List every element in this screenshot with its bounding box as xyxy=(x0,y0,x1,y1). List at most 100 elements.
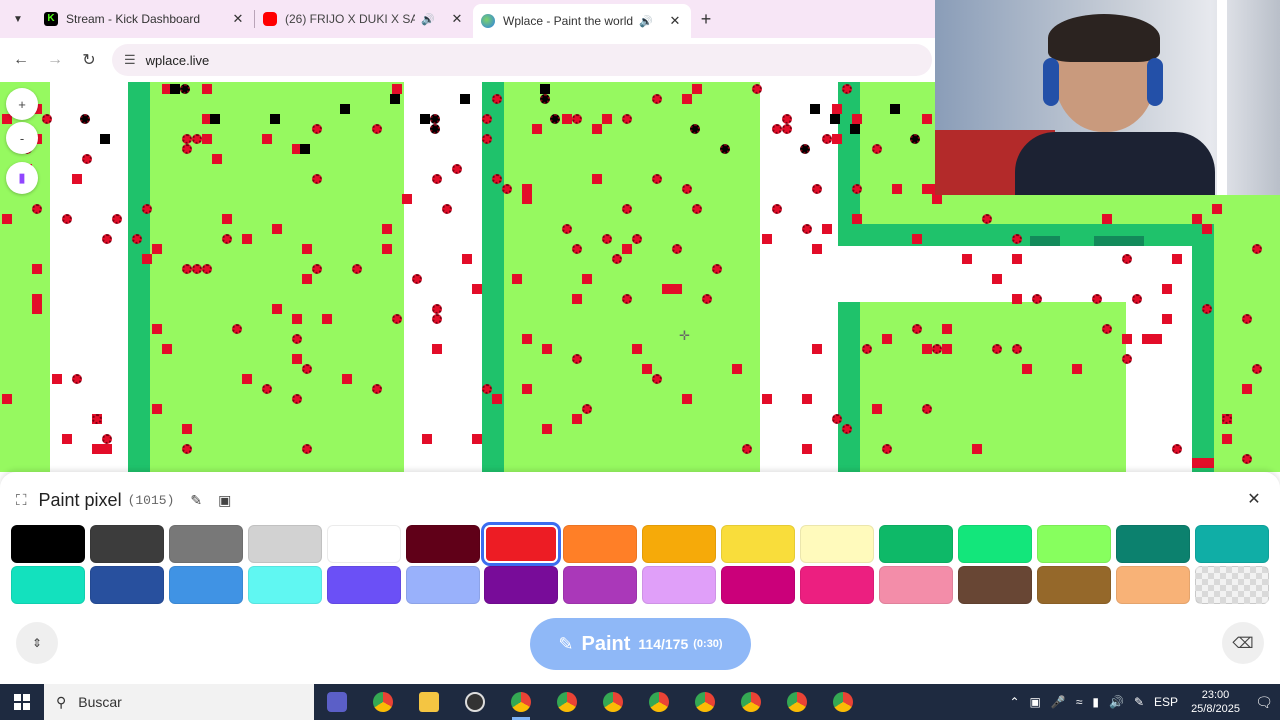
color-swatch[interactable] xyxy=(563,566,638,604)
color-swatch[interactable] xyxy=(326,525,401,563)
red-pixel xyxy=(372,384,382,394)
palette-grid-icon[interactable]: ▣ xyxy=(218,492,231,509)
tab-youtube[interactable]: (26) FRIJO X DUKI X SANTO 🔊 ✕ xyxy=(255,0,473,38)
battery-icon[interactable]: ▮ xyxy=(1092,695,1099,709)
file-explorer-icon[interactable] xyxy=(406,684,452,720)
color-swatch[interactable] xyxy=(405,566,480,604)
clock[interactable]: 23:00 25/8/2025 xyxy=(1191,688,1240,716)
red-pixel xyxy=(822,134,832,144)
red-pixel xyxy=(1172,444,1182,454)
chrome-profile-icon[interactable] xyxy=(590,684,636,720)
device-icon[interactable]: ▣ xyxy=(1030,695,1041,709)
color-swatch[interactable] xyxy=(878,525,953,563)
color-swatch[interactable] xyxy=(484,566,559,604)
color-swatch[interactable] xyxy=(168,525,243,563)
twitch-icon[interactable]: ▮ xyxy=(6,162,38,194)
chrome-profile-icon[interactable] xyxy=(636,684,682,720)
start-button[interactable] xyxy=(0,684,44,720)
tab-search-chevron-icon[interactable]: ▼ xyxy=(0,0,36,38)
black-pixel xyxy=(720,144,730,154)
zoom-out-button[interactable]: - xyxy=(6,122,38,154)
color-swatch[interactable] xyxy=(878,566,953,604)
color-swatch[interactable] xyxy=(1115,566,1190,604)
obs-icon[interactable] xyxy=(452,684,498,720)
color-swatch[interactable] xyxy=(1036,525,1111,563)
microphone-icon[interactable]: 🎤 xyxy=(1051,695,1066,709)
speaker-icon[interactable]: 🔊 xyxy=(421,13,435,26)
transparent-swatch[interactable] xyxy=(1194,566,1269,604)
red-pixel xyxy=(442,204,452,214)
expand-icon[interactable]: ⛶ xyxy=(16,492,27,509)
close-tab-icon[interactable]: ✕ xyxy=(667,13,683,29)
color-swatch[interactable] xyxy=(721,566,796,604)
red-pixel xyxy=(432,344,442,354)
reload-icon[interactable]: ↻ xyxy=(72,50,106,70)
red-pixel xyxy=(32,264,42,274)
color-swatch[interactable] xyxy=(957,525,1032,563)
color-swatch[interactable] xyxy=(1194,525,1269,563)
color-swatch[interactable] xyxy=(405,525,480,563)
paint-button[interactable]: ✎ Paint 114/175 (0:30) xyxy=(530,618,751,670)
color-swatch[interactable] xyxy=(11,566,85,604)
color-swatch[interactable] xyxy=(247,566,322,604)
tab-kick-dashboard[interactable]: K Stream - Kick Dashboard ✕ xyxy=(36,0,254,38)
color-swatch[interactable] xyxy=(484,525,559,563)
color-swatch[interactable] xyxy=(800,566,874,604)
search-placeholder: Buscar xyxy=(78,694,122,710)
chrome-icon[interactable] xyxy=(360,684,406,720)
speaker-icon[interactable]: 🔊 xyxy=(639,15,653,28)
color-swatch[interactable] xyxy=(247,525,322,563)
color-swatch[interactable] xyxy=(800,525,874,563)
tab-wplace[interactable]: Wplace - Paint the world 🔊 ✕ xyxy=(473,4,691,38)
expand-collapse-icon[interactable]: ⇕ xyxy=(16,622,58,664)
pen-icon[interactable]: ✎ xyxy=(1134,695,1144,709)
color-swatch[interactable] xyxy=(1036,566,1111,604)
url-field[interactable]: ☰ wplace.live xyxy=(112,44,932,76)
color-swatch[interactable] xyxy=(957,566,1032,604)
new-tab-button[interactable]: + xyxy=(691,9,721,30)
red-pixel xyxy=(432,174,442,184)
color-swatch[interactable] xyxy=(721,525,796,563)
chevron-up-icon[interactable]: ⌃ xyxy=(1009,695,1019,709)
color-swatch[interactable] xyxy=(642,525,717,563)
black-pixel xyxy=(210,114,220,124)
chrome-profile-icon[interactable] xyxy=(728,684,774,720)
red-pixel xyxy=(262,384,272,394)
red-pixel xyxy=(182,444,192,454)
chrome-profile-icon[interactable] xyxy=(820,684,866,720)
red-pixel xyxy=(882,444,892,454)
volume-icon[interactable]: 🔊 xyxy=(1109,695,1124,709)
color-swatch[interactable] xyxy=(326,566,401,604)
black-pixel xyxy=(890,104,900,114)
site-info-icon[interactable]: ☰ xyxy=(124,52,136,68)
red-pixel xyxy=(192,134,202,144)
color-swatch[interactable] xyxy=(563,525,638,563)
red-pixel xyxy=(572,354,582,364)
red-pixel xyxy=(1222,434,1232,444)
chrome-profile-icon[interactable] xyxy=(682,684,728,720)
close-panel-button[interactable]: ✕ xyxy=(1242,488,1266,512)
wifi-icon[interactable]: ≈ xyxy=(1076,695,1083,709)
red-pixel xyxy=(802,394,812,404)
back-icon[interactable]: ← xyxy=(4,51,38,69)
notification-icon[interactable]: 🗨 xyxy=(1248,694,1280,711)
language-indicator[interactable]: ESP xyxy=(1154,695,1178,709)
color-swatch[interactable] xyxy=(168,566,243,604)
color-swatch[interactable] xyxy=(642,566,717,604)
forward-icon[interactable]: → xyxy=(38,51,72,69)
teams-icon[interactable] xyxy=(314,684,360,720)
chrome-profile-icon[interactable] xyxy=(498,684,544,720)
red-pixel xyxy=(1212,204,1222,214)
close-tab-icon[interactable]: ✕ xyxy=(230,11,246,27)
taskbar-search[interactable]: ⚲ Buscar xyxy=(44,684,314,720)
chrome-profile-icon[interactable] xyxy=(774,684,820,720)
eyedropper-icon[interactable]: ✎ xyxy=(190,492,202,509)
zoom-in-button[interactable]: + xyxy=(6,88,38,120)
eraser-icon[interactable]: ⌫ xyxy=(1222,622,1264,664)
color-swatch[interactable] xyxy=(1115,525,1190,563)
close-tab-icon[interactable]: ✕ xyxy=(449,11,465,27)
color-swatch[interactable] xyxy=(11,525,85,563)
chrome-profile-icon[interactable] xyxy=(544,684,590,720)
color-swatch[interactable] xyxy=(89,566,164,604)
color-swatch[interactable] xyxy=(89,525,164,563)
